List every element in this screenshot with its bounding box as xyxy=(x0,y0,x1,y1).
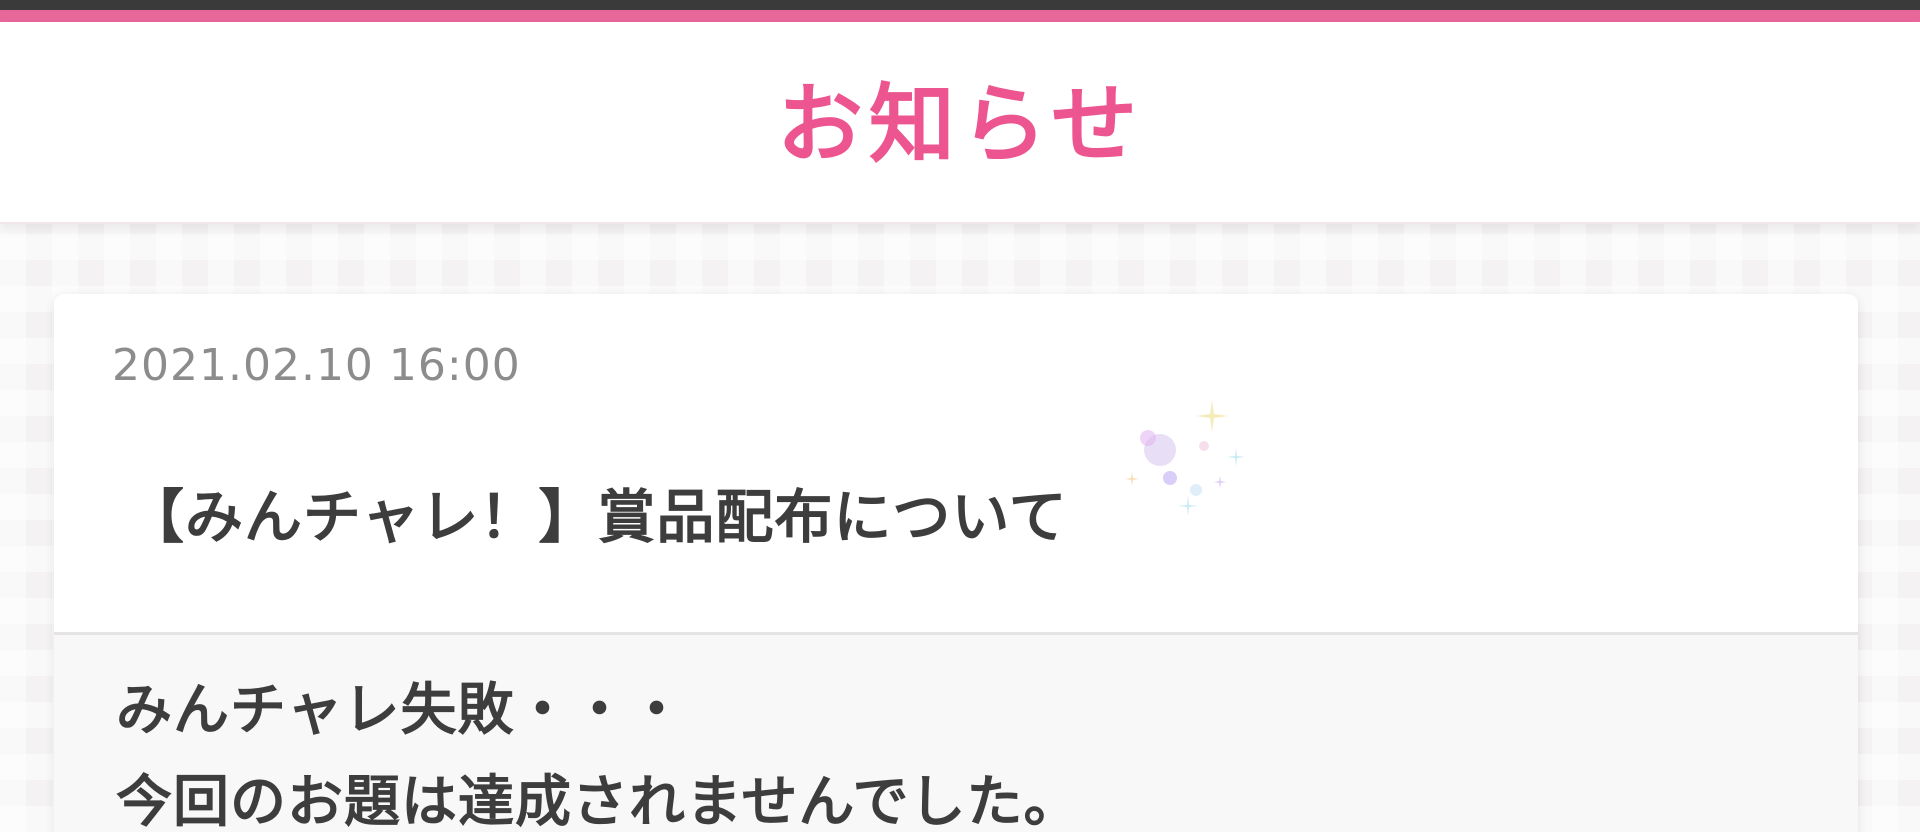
sparkle-icon xyxy=(1125,400,1245,516)
notice-date: 2021.02.10 16:00 xyxy=(112,340,521,391)
notice-card[interactable]: 2021.02.10 16:00 【みんチャレ！】賞品配布について みんチャレ失… xyxy=(54,294,1858,832)
page-title: お知らせ xyxy=(776,75,1144,175)
header: お知らせ xyxy=(0,22,1920,224)
notice-title: 【みんチャレ！】賞品配布について xyxy=(126,483,1068,551)
notice-body: みんチャレ失敗・・・ 今回のお題は達成されませんでした。 xyxy=(54,635,1858,832)
notice-body-line: 今回のお題は達成されませんでした。 xyxy=(116,770,1081,832)
notice-header: 2021.02.10 16:00 【みんチャレ！】賞品配布について xyxy=(54,294,1858,635)
accent-line xyxy=(0,10,1920,22)
notice-body-line: みんチャレ失敗・・・ xyxy=(116,678,686,743)
top-bar xyxy=(0,0,1920,10)
